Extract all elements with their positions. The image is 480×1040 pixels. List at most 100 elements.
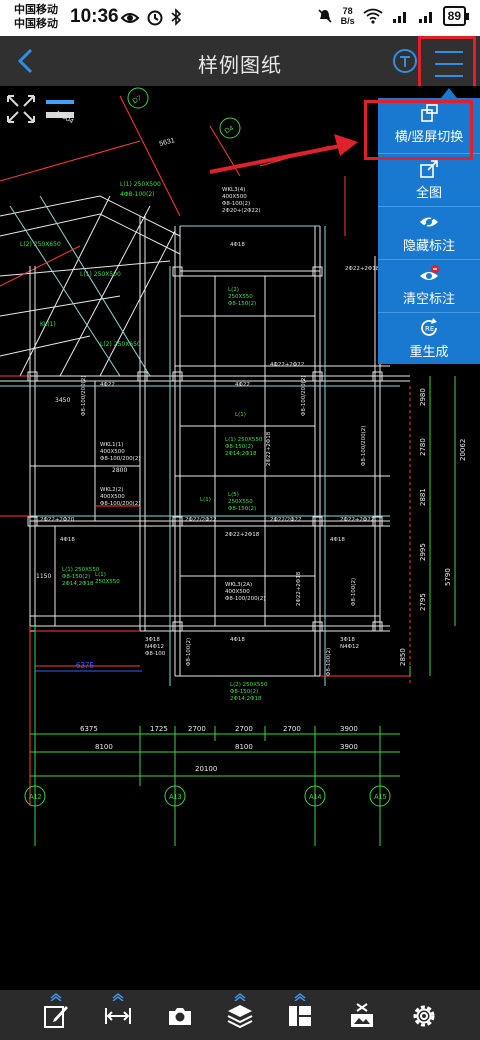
dimension-texts-row1: 6375 1725 2700 2700 2700 3900 (80, 725, 358, 733)
svg-text:L(1) 250X500: L(1) 250X500 (120, 181, 161, 188)
svg-text:L(2) 250X650: L(2) 250X650 (20, 241, 61, 248)
misc-dim-1150: 1150 (36, 573, 51, 580)
dim-row2-2: 8100 (235, 743, 253, 751)
carrier-1: 中国移动 (14, 4, 58, 16)
svg-text:2Φ14;2Φ18: 2Φ14;2Φ18 (230, 696, 262, 702)
svg-text:KL(1): KL(1) (40, 321, 56, 328)
hamburger-bar-2 (435, 63, 463, 65)
axis-bubble-4: A15 (374, 794, 387, 801)
svg-text:2Φ22+2Φ18: 2Φ22+2Φ18 (266, 431, 272, 466)
dim-row1-6: 3900 (340, 725, 358, 733)
svg-text:250X550: 250X550 (95, 579, 120, 585)
dim-right-4: 2995 (419, 543, 427, 561)
svg-text:4Φ22: 4Φ22 (100, 382, 115, 388)
app-bar: 样例图纸 (0, 36, 480, 92)
svg-text:RE: RE (425, 325, 434, 333)
svg-text:2Φ22+2Φ18: 2Φ22+2Φ18 (345, 266, 380, 272)
svg-text:Φ8-100(2): Φ8-100(2) (186, 638, 192, 666)
dim-row1-4: 2700 (235, 725, 253, 733)
signal-4g-icon-1 (392, 12, 406, 23)
svg-text:WKL2(2): WKL2(2) (100, 487, 123, 493)
svg-text:WKL3(4): WKL3(4) (222, 187, 245, 193)
toolbar-camera-button[interactable] (158, 990, 202, 1040)
highlight-annotation-box (364, 100, 473, 160)
toolbar-layout-button[interactable] (278, 990, 322, 1040)
mute-icon (318, 9, 332, 23)
svg-text:2Φ20+(2Φ22): 2Φ20+(2Φ22) (222, 208, 261, 214)
camera-icon (169, 1008, 191, 1025)
svg-text:400X500: 400X500 (222, 194, 247, 200)
toolbar-export-button[interactable] (340, 990, 384, 1040)
menu-item-hide-annotations[interactable]: 隐藏标注 (378, 207, 480, 259)
svg-text:Φ8-100/200(2): Φ8-100/200(2) (301, 376, 307, 416)
dim-right-outer-1: 20062 (459, 439, 467, 461)
net-speed-unit: B/s (340, 16, 355, 26)
toolbar-settings-button[interactable] (402, 990, 446, 1040)
svg-text:3Φ18: 3Φ18 (340, 637, 355, 643)
svg-text:400X500: 400X500 (225, 589, 250, 595)
svg-text:N4Φ12: N4Φ12 (340, 644, 359, 650)
svg-text:Φ8-100: Φ8-100 (145, 651, 166, 657)
svg-text:Φ8-100/200(2): Φ8-100/200(2) (100, 501, 140, 507)
svg-text:400X500: 400X500 (100, 449, 125, 455)
svg-text:L(1) 250X550: L(1) 250X550 (225, 437, 263, 443)
settings-gear-icon (413, 1005, 435, 1027)
svg-text:4Φ22+2Φ22: 4Φ22+2Φ22 (270, 362, 304, 368)
svg-text:2Φ22+2Φ18: 2Φ22+2Φ18 (296, 571, 302, 606)
menu-item-clear-annotations[interactable]: 清空标注 (378, 260, 480, 312)
clock: 10:36 (70, 6, 119, 27)
dim-row2-3: 3900 (340, 743, 358, 751)
svg-text:Φ8-100/200(2): Φ8-100/200(2) (100, 456, 140, 462)
carrier-2: 中国移动 (14, 18, 58, 30)
dimension-right-texts: 2980 2780 2881 2995 2795 2850 20062 5790 (399, 388, 467, 666)
svg-text:2Φ22+2Φ22: 2Φ22+2Φ22 (340, 517, 374, 523)
red-arrow-annotation (209, 134, 358, 174)
status-bar: 中国移动 中国移动 10:36 78 B/s 89 (0, 0, 480, 36)
svg-text:Φ8-150(2): Φ8-150(2) (230, 689, 258, 695)
axis-bubble-3: A14 (309, 794, 322, 801)
dim-row1-3: 2700 (188, 725, 206, 733)
toolbar-annotate-button[interactable] (34, 990, 78, 1040)
svg-text:N4Φ12: N4Φ12 (145, 644, 164, 650)
dim-right-5: 2795 (419, 593, 427, 611)
svg-text:Φ8-100/200(2): Φ8-100/200(2) (225, 596, 265, 602)
text-tool-button[interactable] (392, 48, 418, 74)
svg-text:2Φ22/2Φ22: 2Φ22/2Φ22 (185, 517, 217, 523)
svg-text:2Φ14;2Φ18: 2Φ14;2Φ18 (225, 451, 257, 457)
scale-bar-blue (46, 100, 74, 104)
menu-button[interactable] (418, 36, 476, 92)
carrier-names: 中国移动 中国移动 (14, 3, 58, 31)
svg-text:L(2) 250X550: L(2) 250X550 (230, 682, 268, 688)
dim-row1-1: 6375 (80, 725, 98, 733)
svg-text:2Φ22/2Φ22: 2Φ22/2Φ22 (270, 517, 302, 523)
expand-caret-icon (234, 993, 246, 1001)
svg-text:Φ8-100(2): Φ8-100(2) (326, 648, 332, 676)
alarm-icon (147, 10, 163, 26)
dim-right-outer-2: 5790 (444, 568, 452, 586)
menu-item-full-view[interactable]: 全图 (378, 154, 480, 206)
svg-text:WKL1(1): WKL1(1) (100, 442, 123, 448)
wifi-icon (363, 8, 383, 24)
annotate-pen-icon (44, 1006, 68, 1028)
svg-text:L(5): L(5) (228, 492, 239, 498)
zoom-extents-icon[interactable] (7, 95, 35, 123)
svg-text:Φ8-150(2): Φ8-150(2) (62, 574, 90, 580)
hide-eye-icon (420, 214, 438, 230)
dimension-right (409, 376, 456, 676)
svg-text:L(1): L(1) (95, 572, 106, 578)
net-speed-value: 78 (342, 6, 353, 16)
expand-caret-icon (50, 993, 62, 1001)
menu-item-regenerate[interactable]: RE 重生成 (378, 313, 480, 365)
dim-row1-5: 2700 (283, 725, 301, 733)
menu-item-label: 全图 (415, 185, 442, 200)
dim-right-6: 2850 (399, 648, 407, 666)
svg-text:Φ8-100/200(2): Φ8-100/200(2) (81, 376, 87, 416)
full-view-icon (420, 160, 438, 178)
export-image-icon (351, 1003, 373, 1027)
net-speed: 78 B/s (341, 6, 355, 26)
toolbar-measure-button[interactable] (96, 990, 140, 1040)
svg-text:4Φ22: 4Φ22 (235, 382, 250, 388)
svg-text:400X500: 400X500 (100, 494, 125, 500)
svg-text:4Φ18: 4Φ18 (230, 242, 245, 248)
toolbar-layers-button[interactable] (218, 990, 262, 1040)
